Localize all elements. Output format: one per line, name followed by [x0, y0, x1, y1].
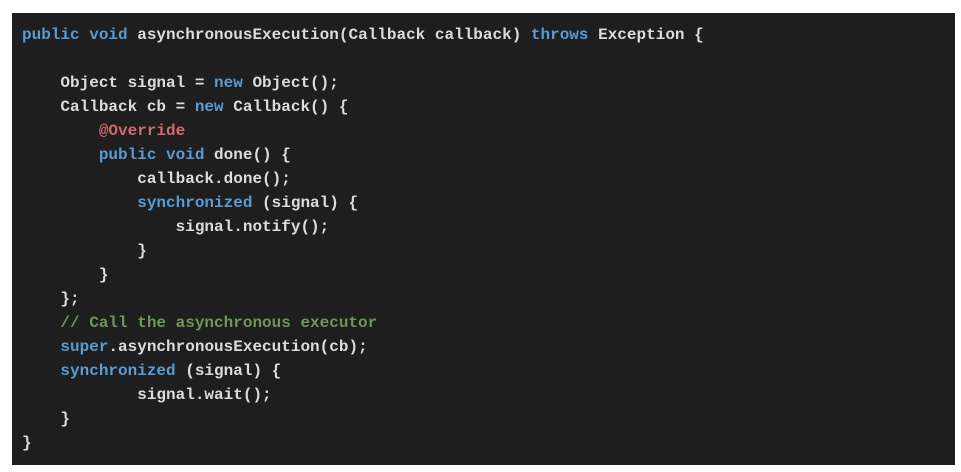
code-line: callback.done(); [22, 167, 955, 191]
code-line: @Override [22, 119, 955, 143]
code-keyword: super [60, 338, 109, 356]
code-keyword: void [166, 146, 205, 164]
code-keyword: public [22, 26, 80, 44]
code-line: synchronized (signal) { [22, 191, 955, 215]
code-block: public void asynchronousExecution(Callba… [12, 13, 955, 465]
code-text: callback.done(); [22, 170, 291, 188]
code-keyword: new [194, 98, 224, 116]
code-line: Callback cb = new Callback() { [22, 95, 955, 119]
code-line: public void done() { [22, 143, 955, 167]
code-text: } [22, 242, 147, 260]
code-text: Callback() { [223, 98, 349, 116]
code-line: } [22, 263, 955, 287]
code-comment: // Call the asynchronous executor [60, 314, 378, 332]
code-text: (signal) { [252, 194, 359, 212]
code-annotation: @Override [98, 122, 186, 140]
code-keyword: public [98, 146, 157, 164]
code-line: Object signal = new Object(); [22, 71, 955, 95]
code-text: Callback cb = [22, 98, 195, 116]
code-keyword: throws [530, 26, 589, 44]
code-text: asynchronousExecution(Callback callback) [127, 26, 531, 44]
code-keyword: new [214, 74, 243, 92]
code-text: signal.notify(); [22, 218, 330, 236]
code-line: synchronized (signal) { [22, 359, 955, 383]
code-text: .asynchronousExecution(cb); [108, 338, 368, 356]
code-text: } [22, 266, 109, 284]
code-keyword: synchronized [60, 362, 176, 380]
code-line: // Call the asynchronous executor [22, 311, 955, 335]
code-text: done() { [204, 146, 291, 164]
code-text: } [22, 410, 71, 428]
code-line: }; [22, 287, 955, 311]
code-line: signal.notify(); [22, 215, 955, 239]
code-keyword: void [89, 26, 128, 44]
code-keyword: synchronized [137, 194, 253, 212]
code-text: Exception { [588, 26, 704, 44]
code-text: (signal) { [175, 362, 282, 380]
code-text: } [22, 434, 32, 452]
code-text: }; [22, 290, 80, 308]
code-line: } [22, 431, 955, 455]
code-text: signal.wait(); [22, 386, 272, 404]
code-line: } [22, 407, 955, 431]
code-text: Object signal = [22, 74, 215, 92]
code-text: Object(); [242, 74, 339, 92]
code-line: signal.wait(); [22, 383, 955, 407]
code-line: } [22, 239, 955, 263]
code-line: public void asynchronousExecution(Callba… [22, 23, 955, 47]
code-line: super.asynchronousExecution(cb); [22, 335, 955, 359]
